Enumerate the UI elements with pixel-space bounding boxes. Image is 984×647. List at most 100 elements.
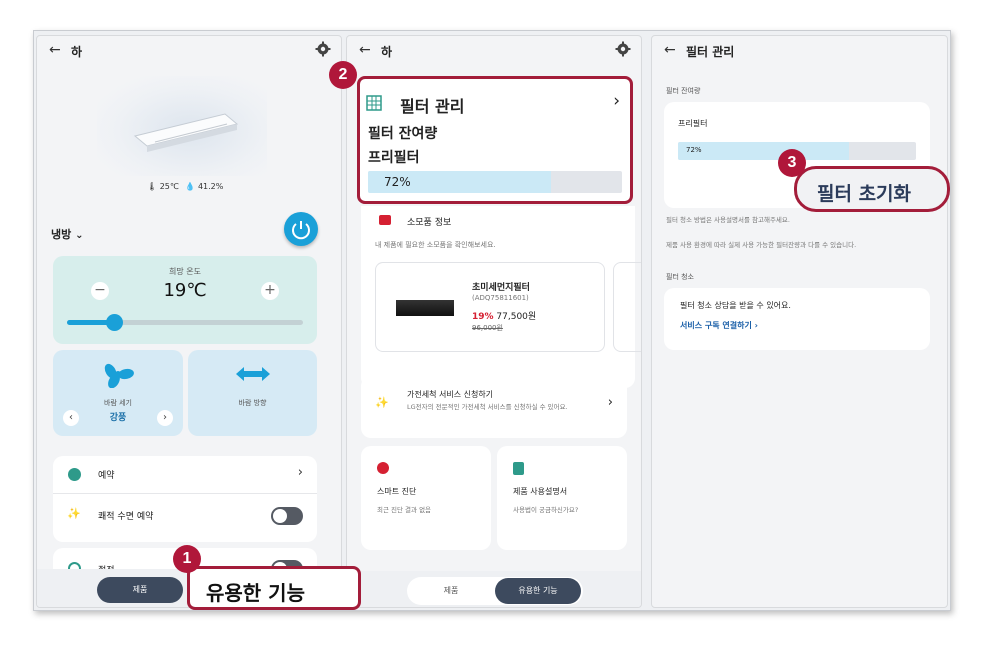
- plus-button[interactable]: +: [261, 282, 279, 300]
- panel-filter-management: ← 필터 관리 필터 잔여량 프리필터 72% 필터 청소 방법은 사용설명서를…: [651, 35, 948, 608]
- air-conditioner-image: [97, 76, 267, 176]
- filter-level-fill: [678, 142, 850, 160]
- diagnosis-desc: 최근 진단 결과 없음: [377, 506, 432, 514]
- gear-icon[interactable]: [615, 41, 631, 57]
- cleaning-section-title: 필터 청소: [666, 273, 694, 281]
- wind-direction-label: 바람 방향: [238, 399, 267, 407]
- consumables-desc: 내 제품에 필요한 소모품을 확인해보세요.: [375, 241, 496, 249]
- temperature-reading: 25℃: [159, 182, 179, 191]
- filter-icon: [366, 95, 382, 111]
- filter-product-image: [396, 300, 454, 316]
- mode-selector[interactable]: 냉방 ⌄: [51, 226, 83, 242]
- remaining-section-title: 필터 잔여량: [666, 87, 701, 95]
- wind-direction-card[interactable]: 바람 방향: [188, 350, 317, 436]
- reservation-label: 예약: [98, 471, 115, 481]
- prefilter-label: 프리필터: [678, 119, 708, 128]
- consumables-card: 소모품 정보 내 제품에 필요한 소모품을 확인해보세요. 초미세먼지필터 (A…: [361, 206, 641, 388]
- callout-box-3: 필터 초기화: [794, 166, 950, 212]
- fan-speed-prev-button[interactable]: ‹: [63, 410, 79, 426]
- chevron-right-icon: ›: [297, 465, 303, 480]
- chevron-right-icon: ›: [754, 321, 758, 330]
- menu-card: 예약 › ✨ 쾌적 수면 예약: [53, 456, 317, 542]
- humidity-reading: 41.2%: [197, 182, 224, 191]
- panel-useful-features: ← 하 필터 관리 › 필터 잔여량 프리필터 72% 소모품 정보 내 제품에…: [346, 35, 642, 608]
- humidity-icon: 💧: [185, 182, 196, 191]
- callout-box-1: 유용한 기능: [187, 566, 361, 610]
- back-arrow-icon[interactable]: ←: [664, 42, 676, 58]
- discount-rate: 19%: [472, 312, 494, 322]
- filter-note-2: 제품 사용 환경에 따라 실제 사용 가능한 필터잔량과 다를 수 있습니다.: [666, 241, 857, 249]
- diagnosis-icon: [377, 462, 389, 474]
- temp-slider[interactable]: [67, 314, 303, 331]
- top-bar: ← 하: [347, 36, 641, 66]
- chevron-down-icon: ⌄: [75, 230, 84, 241]
- tab-product[interactable]: 제품: [411, 578, 491, 604]
- filter-note-1: 필터 청소 방법은 사용설명서를 참고해주세요.: [666, 216, 790, 224]
- sensor-readout: 🌡 25℃ 💧 41.2%: [147, 182, 223, 191]
- sparkle-icon: ✨: [375, 396, 389, 409]
- page-title: 하: [381, 45, 393, 59]
- service-card[interactable]: ✨ 가전세척 서비스 신청하기 LG전자의 전문적인 가전세척 서비스를 신청하…: [361, 376, 627, 438]
- sale-price: 77,500원: [496, 312, 537, 322]
- reservation-row[interactable]: 예약 ›: [53, 456, 317, 494]
- temp-slider-knob[interactable]: [106, 314, 124, 331]
- sleep-reservation-toggle[interactable]: [271, 507, 303, 525]
- filter-remaining-label: 필터 잔여량: [368, 126, 438, 142]
- manual-title: 제품 사용설명서: [513, 487, 568, 496]
- sleep-reservation-row: ✨ 쾌적 수면 예약: [53, 494, 317, 538]
- callout-number-2: 2: [329, 61, 357, 89]
- diagnosis-title: 스마트 진단: [377, 487, 417, 496]
- bottom-nav: 제품 유용한 기능: [347, 571, 641, 607]
- fan-speed-label: 바람 세기: [104, 399, 132, 407]
- filter-cleaning-card: 필터 청소 상담을 받을 수 있어요. 서비스 구독 연결하기 ›: [664, 288, 930, 350]
- chevron-right-icon: ›: [613, 91, 620, 111]
- consumables-title: 소모품 정보: [407, 218, 452, 228]
- subscription-link-label: 서비스 구독 연결하기: [680, 321, 752, 330]
- filter-percent: 72%: [686, 146, 702, 154]
- top-bar: ← 하: [37, 36, 341, 66]
- callout-number-3: 3: [778, 149, 806, 177]
- back-arrow-icon[interactable]: ←: [359, 42, 371, 58]
- subscription-link[interactable]: 서비스 구독 연결하기 ›: [680, 320, 758, 331]
- filter-header: 필터 관리: [400, 97, 465, 116]
- filter-level-bar: 72%: [368, 171, 622, 193]
- next-product-item[interactable]: [613, 262, 641, 352]
- cleaning-desc: 필터 청소 상담을 받을 수 있어요.: [680, 301, 791, 310]
- smart-diagnosis-card[interactable]: 스마트 진단 최근 진단 결과 없음: [361, 446, 491, 550]
- manual-icon: [513, 462, 524, 475]
- tab-product[interactable]: 제품: [97, 577, 183, 603]
- product-code: (ADQ75811601): [472, 294, 529, 302]
- manual-card[interactable]: 제품 사용설명서 사용법이 궁금하신가요?: [497, 446, 627, 550]
- sleep-star-icon: ✨: [67, 507, 81, 520]
- callout-text-3: 필터 초기화: [817, 183, 912, 205]
- shopping-bag-icon: [379, 215, 391, 225]
- product-price-line: 19% 77,500원: [472, 309, 536, 322]
- fan-icon: [104, 363, 134, 388]
- wind-direction-icon: [236, 367, 270, 381]
- sleep-reservation-label: 쾌적 수면 예약: [98, 512, 154, 522]
- tab-useful-features[interactable]: 유용한 기능: [495, 578, 581, 604]
- manual-desc: 사용법이 궁금하신가요?: [513, 506, 579, 514]
- screenshot-frame: ← 하 🌡 25℃ 💧 41.2% 냉방 ⌄ 희망 온도 − 19℃ + 바람 …: [33, 30, 951, 611]
- thermometer-icon: 🌡: [147, 182, 158, 191]
- back-arrow-icon[interactable]: ←: [49, 42, 61, 58]
- page-title: 하: [71, 45, 83, 59]
- product-item[interactable]: 초미세먼지필터 (ADQ75811601) 19% 77,500원 96,000…: [375, 262, 605, 352]
- mode-label: 냉방: [51, 228, 72, 241]
- power-icon: [292, 221, 310, 240]
- desired-temp-label: 희망 온도: [169, 267, 201, 276]
- desired-temp-card: 희망 온도 − 19℃ +: [53, 256, 317, 344]
- power-button[interactable]: [284, 212, 318, 246]
- filter-management-card[interactable]: 필터 관리 › 필터 잔여량 프리필터 72%: [357, 76, 633, 204]
- service-title: 가전세척 서비스 신청하기: [407, 390, 494, 399]
- fan-speed-next-button[interactable]: ›: [157, 410, 173, 426]
- gear-icon[interactable]: [315, 41, 331, 57]
- product-name: 초미세먼지필터: [472, 283, 530, 293]
- fan-speed-card[interactable]: 바람 세기 강풍 ‹ ›: [53, 350, 183, 436]
- panel-product-home: ← 하 🌡 25℃ 💧 41.2% 냉방 ⌄ 희망 온도 − 19℃ + 바람 …: [36, 35, 342, 608]
- page-title: 필터 관리: [686, 45, 735, 59]
- service-desc: LG전자의 전문적인 가전세척 서비스를 신청하실 수 있어요.: [407, 403, 568, 411]
- clock-icon: [68, 468, 81, 481]
- callout-number-1: 1: [173, 545, 201, 573]
- prefilter-label: 프리필터: [368, 150, 420, 166]
